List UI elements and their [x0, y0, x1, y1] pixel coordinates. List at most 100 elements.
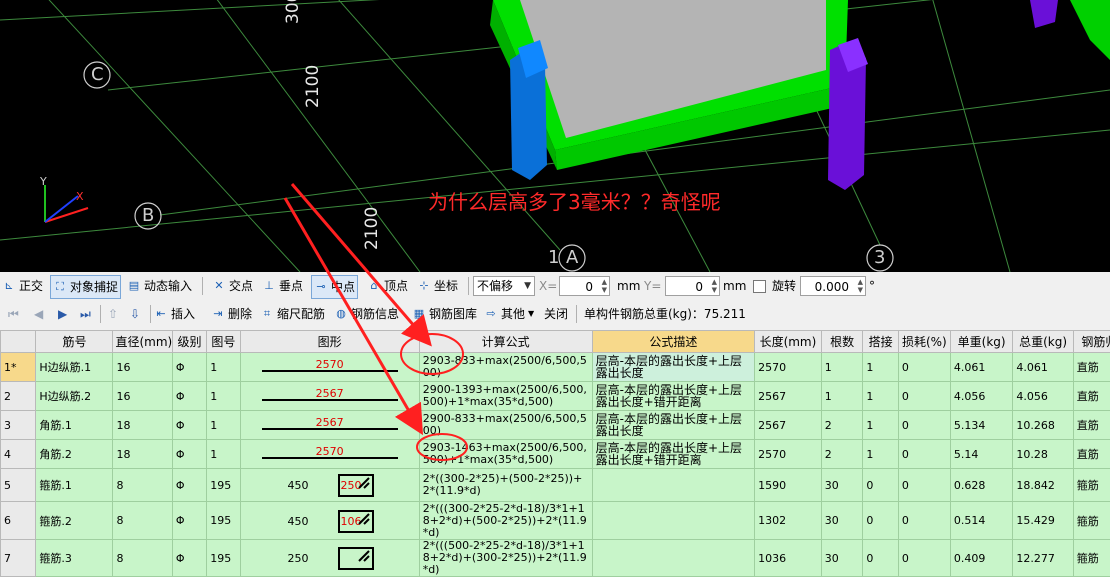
- vertex-snap-button[interactable]: ⌂顶点: [367, 275, 408, 297]
- lap-cell[interactable]: 0: [863, 502, 898, 540]
- unit-weight-cell[interactable]: 0.514: [950, 502, 1012, 540]
- column-header[interactable]: 根数: [821, 331, 863, 353]
- table-row[interactable]: 6箍筋.28Φ1954501062*(((300-2*25-2*d-18)/3*…: [1, 502, 1110, 540]
- loss-cell[interactable]: 0: [898, 540, 950, 577]
- count-cell[interactable]: 1: [821, 382, 863, 411]
- column-header[interactable]: 长度(mm): [755, 331, 822, 353]
- shape-cell[interactable]: 2570: [240, 353, 419, 382]
- scale-rebar-button[interactable]: ⌗缩尺配筋: [260, 303, 325, 325]
- diameter-cell[interactable]: 8: [113, 469, 172, 502]
- column-header[interactable]: 直径(mm): [113, 331, 172, 353]
- object-snap-button[interactable]: ⛶对象捕捉: [50, 275, 121, 299]
- length-cell[interactable]: 1302: [755, 502, 822, 540]
- column-header[interactable]: 钢筋归: [1073, 331, 1110, 353]
- rebar-library-button[interactable]: ▦钢筋图库: [412, 303, 477, 325]
- rebar-name-cell[interactable]: H边纵筋.1: [36, 353, 113, 382]
- shape-cell[interactable]: 2567: [240, 411, 419, 440]
- total-weight-cell[interactable]: 4.061: [1013, 353, 1073, 382]
- row-number[interactable]: 4: [1, 440, 36, 469]
- count-cell[interactable]: 30: [821, 540, 863, 577]
- intersection-snap-button[interactable]: ✕交点: [212, 275, 253, 297]
- column-header[interactable]: 图号: [207, 331, 240, 353]
- spinner-icon[interactable]: ▲▼: [712, 278, 717, 294]
- diameter-cell[interactable]: 16: [113, 353, 172, 382]
- formula-description-cell[interactable]: 层高-本层的露出长度+上层露出长度: [592, 353, 755, 382]
- row-number[interactable]: 7: [1, 540, 36, 577]
- figure-number-cell[interactable]: 1: [207, 382, 240, 411]
- 3d-viewport[interactable]: C B 1 A 3 2100 2100 300 Y X 为什么层高多了3毫米？？…: [0, 0, 1110, 272]
- grade-cell[interactable]: Φ: [172, 540, 206, 577]
- previous-record-icon[interactable]: ◀: [34, 303, 43, 325]
- table-row[interactable]: 5箍筋.18Φ1954502502*((300-2*25)+(500-2*25)…: [1, 469, 1110, 502]
- unit-weight-cell[interactable]: 5.14: [950, 440, 1012, 469]
- row-number[interactable]: 6: [1, 502, 36, 540]
- figure-number-cell[interactable]: 1: [207, 411, 240, 440]
- column-header[interactable]: 单重(kg): [950, 331, 1012, 353]
- diameter-cell[interactable]: 8: [113, 540, 172, 577]
- move-down-icon[interactable]: ⇩: [130, 303, 140, 325]
- move-up-icon[interactable]: ⇧: [108, 303, 118, 325]
- close-button[interactable]: 关闭: [544, 303, 568, 325]
- formula-cell[interactable]: 2*((300-2*25)+(500-2*25))+2*(11.9*d): [419, 469, 592, 502]
- row-number[interactable]: 3: [1, 411, 36, 440]
- rebar-name-cell[interactable]: H边纵筋.2: [36, 382, 113, 411]
- insert-button[interactable]: ⇤插入: [154, 303, 195, 325]
- grade-cell[interactable]: Φ: [172, 502, 206, 540]
- spinner-icon[interactable]: ▲▼: [602, 278, 607, 294]
- y-offset-input[interactable]: 0▲▼: [665, 276, 720, 296]
- formula-description-cell[interactable]: 层高-本层的露出长度+上层露出长度+错开距离: [592, 440, 755, 469]
- spinner-icon[interactable]: ▲▼: [858, 278, 863, 294]
- x-offset-input[interactable]: 0▲▼: [559, 276, 610, 296]
- ortho-button[interactable]: ⊾正交: [2, 275, 43, 297]
- category-cell[interactable]: 箍筋: [1073, 540, 1110, 577]
- unit-weight-cell[interactable]: 5.134: [950, 411, 1012, 440]
- total-weight-cell[interactable]: 18.842: [1013, 469, 1073, 502]
- lap-cell[interactable]: 0: [863, 540, 898, 577]
- length-cell[interactable]: 1590: [755, 469, 822, 502]
- category-cell[interactable]: 直筋: [1073, 440, 1110, 469]
- figure-number-cell[interactable]: 195: [207, 469, 240, 502]
- length-cell[interactable]: 2570: [755, 440, 822, 469]
- grade-cell[interactable]: Φ: [172, 382, 206, 411]
- column-header[interactable]: 级别: [172, 331, 206, 353]
- table-row[interactable]: 3角筋.118Φ125672900-833+max(2500/6,500,500…: [1, 411, 1110, 440]
- length-cell[interactable]: 2567: [755, 411, 822, 440]
- lap-cell[interactable]: 1: [863, 440, 898, 469]
- coordinate-snap-button[interactable]: ⊹坐标: [417, 275, 458, 297]
- table-row[interactable]: 4角筋.218Φ125702903-1463+max(2500/6,500,50…: [1, 440, 1110, 469]
- formula-description-cell[interactable]: [592, 469, 755, 502]
- rebar-name-cell[interactable]: 角筋.1: [36, 411, 113, 440]
- table-row[interactable]: 2H边纵筋.216Φ125672900-1393+max(2500/6,500,…: [1, 382, 1110, 411]
- rebar-name-cell[interactable]: 箍筋.1: [36, 469, 113, 502]
- diameter-cell[interactable]: 16: [113, 382, 172, 411]
- rebar-info-button[interactable]: ◍钢筋信息: [334, 303, 399, 325]
- lap-cell[interactable]: 1: [863, 353, 898, 382]
- midpoint-snap-button[interactable]: ⊸中点: [311, 275, 358, 299]
- lap-cell[interactable]: 1: [863, 411, 898, 440]
- unit-weight-cell[interactable]: 0.409: [950, 540, 1012, 577]
- total-weight-cell[interactable]: 12.277: [1013, 540, 1073, 577]
- rotate-input[interactable]: 0.000▲▼: [800, 276, 866, 296]
- loss-cell[interactable]: 0: [898, 440, 950, 469]
- column-header[interactable]: 损耗(%): [898, 331, 950, 353]
- length-cell[interactable]: 1036: [755, 540, 822, 577]
- diameter-cell[interactable]: 8: [113, 502, 172, 540]
- formula-cell[interactable]: 2*(((300-2*25-2*d-18)/3*1+18+2*d)+(500-2…: [419, 502, 592, 540]
- shape-cell[interactable]: 450106: [240, 502, 419, 540]
- unit-weight-cell[interactable]: 4.056: [950, 382, 1012, 411]
- total-weight-cell[interactable]: 10.268: [1013, 411, 1073, 440]
- grade-cell[interactable]: Φ: [172, 469, 206, 502]
- loss-cell[interactable]: 0: [898, 353, 950, 382]
- shape-cell[interactable]: 250: [240, 540, 419, 577]
- table-row[interactable]: 1*H边纵筋.116Φ125702903-833+max(2500/6,500,…: [1, 353, 1110, 382]
- loss-cell[interactable]: 0: [898, 382, 950, 411]
- other-menu-button[interactable]: ⇨其他▼: [484, 303, 534, 325]
- column-header[interactable]: 计算公式: [419, 331, 592, 353]
- column-header[interactable]: 筋号: [36, 331, 113, 353]
- figure-number-cell[interactable]: 1: [207, 353, 240, 382]
- category-cell[interactable]: 直筋: [1073, 353, 1110, 382]
- formula-description-cell[interactable]: [592, 502, 755, 540]
- total-weight-cell[interactable]: 15.429: [1013, 502, 1073, 540]
- next-record-icon[interactable]: ▶: [58, 303, 67, 325]
- formula-description-cell[interactable]: [592, 540, 755, 577]
